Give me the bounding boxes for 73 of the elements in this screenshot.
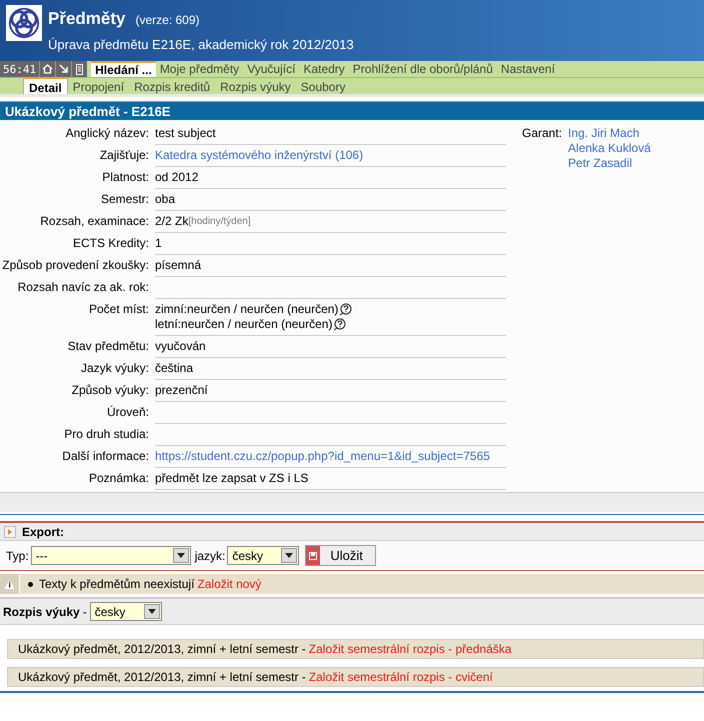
- field-value: zimní:neurčen / neurčen (neurčen): [155, 302, 338, 317]
- field-value: čeština: [155, 361, 194, 376]
- sub-tab[interactable]: Soubory: [296, 78, 350, 94]
- field-label: Způsob výuky:: [70, 382, 150, 399]
- person-link[interactable]: Ing. Jiri Mach: [568, 126, 651, 141]
- floppy-icon: [309, 552, 318, 560]
- page-subtitle: Úprava předmětu E216E, akademický rok 2012/2013: [48, 36, 354, 54]
- print-icon[interactable]: [71, 61, 88, 77]
- logo-icon: [6, 5, 42, 41]
- field-value: test subject: [155, 126, 216, 141]
- field-value: 1: [155, 236, 162, 251]
- help-icon[interactable]: [339, 303, 352, 316]
- field-label: Platnost:: [101, 169, 150, 186]
- nav-tab[interactable]: Hledání ...: [91, 61, 156, 77]
- home-icon[interactable]: [39, 61, 56, 77]
- person-link[interactable]: Petr Zasadil: [568, 156, 651, 171]
- field-value: 2/2 Zk: [155, 214, 188, 229]
- type-label: Typ:: [6, 548, 29, 564]
- field-value: od 2012: [155, 170, 198, 185]
- nav-tab[interactable]: Vyučující: [243, 61, 300, 77]
- app-title: Předměty: [48, 8, 126, 30]
- sub-tab[interactable]: Propojení: [68, 78, 130, 94]
- info-icon: [4, 578, 15, 590]
- language-label: jazyk:: [194, 548, 226, 564]
- field-label: Jazyk výuky:: [80, 360, 150, 377]
- sub-tab[interactable]: Rozpis výuky: [215, 78, 296, 94]
- field-link[interactable]: https://student.czu.cz/popup.php?id_menu=1&id_subject=7565: [155, 449, 490, 464]
- field-label: Poznámka:: [88, 470, 150, 487]
- nav-tab[interactable]: Moje předměty: [156, 61, 244, 77]
- field-label: Rozsah navíc za ak. rok:: [16, 279, 150, 296]
- field-value: předmět lze zapsat v ZS i LS: [155, 471, 308, 486]
- field-label: Úroveň:: [106, 404, 150, 421]
- dropdown-arrow-icon: [148, 609, 156, 614]
- field-value: písemná: [155, 258, 202, 273]
- field-label: Anglický název:: [64, 125, 150, 142]
- type-dropdown[interactable]: ---: [30, 546, 191, 565]
- field-label: Další informace:: [61, 448, 150, 465]
- section-header: Ukázkový předmět - E216E: [0, 101, 704, 120]
- dropdown-arrow-icon: [285, 553, 294, 558]
- field-label: Semestr:: [100, 191, 150, 208]
- nav-tab[interactable]: Katedry: [299, 61, 349, 77]
- field-label: Způsob provedení zkoušky:: [1, 257, 150, 274]
- field-label: Garant:: [522, 126, 562, 142]
- schedule-text: Ukázkový předmět, 2012/2013, zimní + letní semestr -: [18, 641, 306, 658]
- separator-text: -: [82, 604, 87, 620]
- sub-tab[interactable]: Detail: [23, 78, 68, 94]
- session-timer: 56:41: [0, 61, 40, 77]
- field-value: prezenční: [155, 383, 208, 398]
- unit-hint: [hodiny/týden]: [188, 215, 251, 229]
- person-link[interactable]: Alenka Kuklová: [568, 141, 651, 156]
- field-value: letní:neurčen / neurčen (neurčen): [155, 317, 332, 332]
- field-value: vyučován: [155, 339, 206, 354]
- export-title: Export:: [22, 524, 64, 540]
- field-label: Stav předmětu:: [66, 338, 150, 355]
- field-label: Zajišťuje:: [98, 147, 150, 164]
- language-dropdown[interactable]: česky: [90, 602, 162, 621]
- save-button[interactable]: Uložit: [305, 545, 376, 566]
- field-label: Pro druh studia:: [63, 426, 150, 443]
- notice-text: Texty k předmětům neexistují: [39, 576, 194, 593]
- version-text: (verze: 609): [135, 12, 200, 29]
- field-value: oba: [155, 192, 176, 207]
- schedule-title: Rozpis výuky: [3, 604, 80, 620]
- sub-tab[interactable]: Rozpis kreditů: [129, 78, 216, 94]
- language-dropdown[interactable]: česky: [227, 546, 300, 565]
- nav-tab[interactable]: Prohlížení dle oborů/plánů: [348, 61, 497, 77]
- schedule-text: Ukázkový předmět, 2012/2013, zimní + letní semestr -: [18, 669, 306, 686]
- field-label: Rozsah, examinace:: [39, 213, 150, 230]
- dropdown-arrow-icon: [176, 553, 185, 558]
- field-label: ECTS Kredity:: [72, 235, 150, 252]
- help-icon[interactable]: [333, 318, 346, 331]
- field-label: Počet míst:: [88, 301, 150, 318]
- nav-tab[interactable]: Nastavení: [496, 61, 559, 77]
- field-link[interactable]: Katedra systémového inženýrství (106): [155, 148, 364, 163]
